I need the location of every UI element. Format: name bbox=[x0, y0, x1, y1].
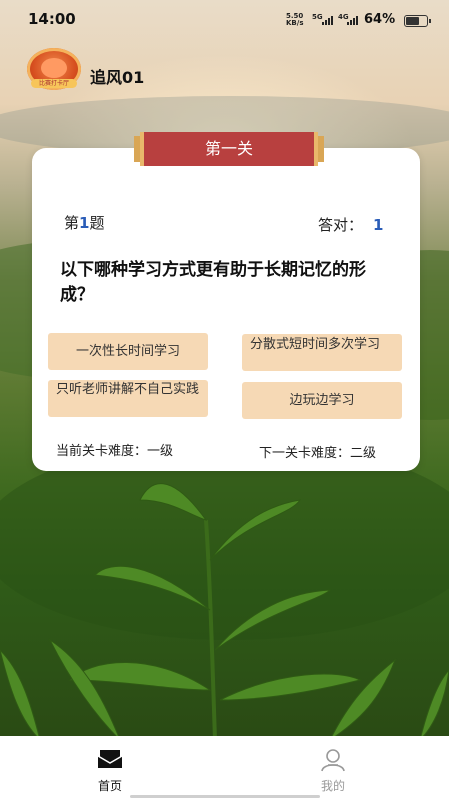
tab-home[interactable]: 首页 bbox=[80, 748, 140, 794]
correct-count: 答对： 1 bbox=[318, 216, 384, 234]
quiz-card bbox=[32, 148, 420, 471]
next-difficulty: 下一关卡难度：二级 bbox=[259, 446, 377, 461]
question-text: 以下哪种学习方式更有助于长期记忆的形成？ bbox=[60, 260, 366, 305]
option-d-button[interactable]: 边玩边学习 bbox=[242, 382, 402, 419]
tab-mine-label: 我的 bbox=[320, 779, 345, 793]
current-difficulty: 当前关卡难度：一级 bbox=[56, 444, 174, 459]
tab-home-label: 首页 bbox=[97, 779, 122, 793]
battery-percent: 64% bbox=[364, 12, 396, 27]
signal-bars-icon-2 bbox=[347, 16, 358, 25]
bottom-tab-bar: 首页 我的 bbox=[0, 736, 449, 800]
signal-bars-icon bbox=[322, 16, 333, 25]
mascot-face bbox=[41, 58, 67, 78]
status-bar: 14:00 5.50 KB/s 5G 4G 64% bbox=[0, 0, 449, 36]
clock: 14:00 bbox=[28, 10, 76, 28]
profile-icon bbox=[321, 749, 345, 772]
battery-icon bbox=[404, 15, 431, 27]
home-icon bbox=[97, 750, 123, 768]
option-c-button[interactable]: 只听老师讲解不自己实践 bbox=[48, 380, 208, 417]
avatar-badge-text: 比赛打卡厅 bbox=[31, 79, 77, 88]
avatar[interactable]: 比赛打卡厅 bbox=[27, 48, 81, 90]
option-b-button[interactable]: 分散式短时间多次学习 bbox=[242, 334, 402, 371]
correct-count-value: 1 bbox=[373, 216, 384, 234]
level-banner: 第一关 bbox=[134, 132, 324, 166]
network-speed: 5.50 KB/s bbox=[286, 12, 304, 27]
question-number: 第1题 bbox=[64, 214, 105, 232]
tab-mine[interactable]: 我的 bbox=[303, 748, 363, 794]
home-indicator bbox=[130, 795, 320, 798]
option-a-button[interactable]: 一次性长时间学习 bbox=[48, 333, 208, 370]
question-number-value: 1 bbox=[79, 214, 90, 232]
username: 追风01 bbox=[90, 68, 145, 87]
